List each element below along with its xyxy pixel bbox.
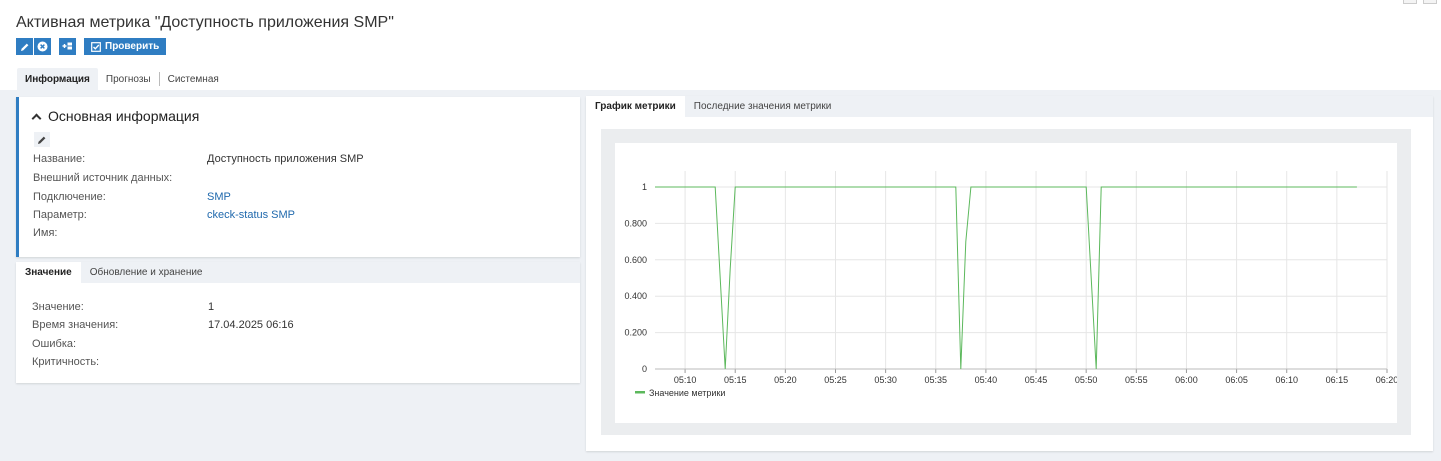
info-edit-button[interactable] [34,132,50,147]
field-value: Доступность приложения SMP [207,153,364,165]
field-label: Подключение: [33,191,106,203]
x-tick-label: 05:25 [824,375,847,385]
tab-metric-chart[interactable]: График метрики [586,96,685,117]
y-tick-label: 0.400 [624,291,647,301]
edit-button[interactable] [16,38,33,55]
field-value: 1 [208,301,215,313]
y-tick-label: 0.800 [624,218,647,228]
check-button[interactable]: Проверить [84,38,167,55]
x-tick-label: 06:20 [1376,375,1397,385]
value-card: Значение Обновление и хранение Значение:… [16,262,580,383]
corner-button[interactable] [1423,0,1437,4]
x-tick-label: 05:55 [1125,375,1148,385]
x-tick-label: 05:50 [1075,375,1098,385]
window-controls [1403,0,1437,4]
value-tabs: Значение Обновление и хранение [16,262,580,283]
x-tick-label: 06:10 [1275,375,1298,385]
close-circle-icon [37,41,48,52]
chart-panel: 0 0.200 0.400 0.600 0.800 1 05:10 05:15 05:20 05:… [615,143,1398,423]
main-tabs: Информация Прогнозы Системная [17,68,219,90]
x-tick-label: 06:05 [1225,375,1248,385]
check-button-label: Проверить [105,41,160,52]
field-label: Название: [33,153,86,165]
corner-button[interactable] [1403,0,1417,4]
connection-link[interactable]: SMP [207,191,231,203]
x-tick-label: 05:10 [674,375,697,385]
x-tick-label: 05:15 [724,375,747,385]
x-tick-label: 05:35 [925,375,948,385]
legend-label: Значение метрики [649,388,725,398]
pencil-icon [38,136,46,144]
page-header: Активная метрика "Доступность приложения… [0,0,1441,92]
field-value: 17.04.2025 06:16 [208,319,294,331]
info-card: Основная информация Название: Доступност… [16,97,580,257]
x-tick-label: 05:40 [975,375,998,385]
y-tick-label: 0.600 [624,255,647,265]
tab-last-values[interactable]: Последние значения метрики [685,96,841,117]
field-label: Параметр: [33,209,87,221]
y-tick-label: 0 [642,364,647,374]
tab-forecasts[interactable]: Прогнозы [98,68,159,90]
pencil-icon [20,43,28,51]
tab-system[interactable]: Системная [158,72,219,86]
chevron-up-icon [31,113,42,123]
series-line [655,186,1357,370]
tab-update-storage[interactable]: Обновление и хранение [81,262,212,283]
field-label: Время значения: [32,319,119,331]
parameter-link[interactable]: ckeck-status SMP [207,209,295,221]
toolbar: Проверить [16,38,167,55]
add-panel-icon [62,42,72,50]
chart-container: 0 0.200 0.400 0.600 0.800 1 05:10 05:15 05:20 05:… [601,129,1411,435]
chart-card: График метрики Последние значения метрик… [586,96,1433,451]
field-label: Критичность: [32,356,100,368]
metric-chart: 0 0.200 0.400 0.600 0.800 1 05:10 05:15 05:20 05:… [624,171,1398,398]
field-label: Внешний источник данных: [33,172,173,184]
x-tick-label: 05:45 [1025,375,1048,385]
tab-value[interactable]: Значение [16,262,81,283]
y-tick-label: 0.200 [624,328,647,338]
field-label: Имя: [33,227,58,239]
page-title: Активная метрика "Доступность приложения… [16,14,394,31]
info-section-header[interactable]: Основная информация [31,108,200,124]
tab-info[interactable]: Информация [17,68,98,90]
field-label: Значение: [32,301,84,313]
checkbox-icon [91,41,101,52]
chart-tabs: График метрики Последние значения метрик… [586,96,1433,117]
x-tick-label: 06:15 [1326,375,1349,385]
field-label: Ошибка: [32,338,77,350]
legend-swatch [635,391,645,394]
x-tick-label: 05:20 [774,375,797,385]
info-heading: Основная информация [48,108,200,124]
delete-button[interactable] [34,38,51,55]
x-tick-label: 05:30 [874,375,897,385]
add-button[interactable] [59,38,76,55]
y-tick-label: 1 [642,182,647,192]
x-tick-label: 06:00 [1175,375,1198,385]
